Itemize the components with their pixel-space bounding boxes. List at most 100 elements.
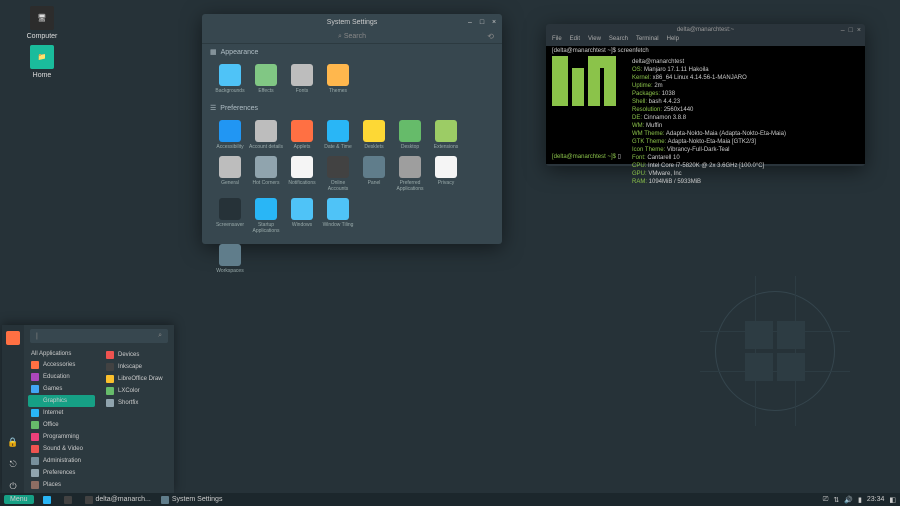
terminal-titlebar[interactable]: delta@manarchtest:~ – □ × bbox=[546, 24, 865, 36]
window-title: System Settings bbox=[327, 19, 378, 26]
lock-icon[interactable]: 🔒 bbox=[6, 435, 20, 449]
settings-item[interactable]: Account details bbox=[249, 120, 283, 150]
terminal-menu-item[interactable]: Search bbox=[609, 36, 628, 46]
preferences-grid: AccessibilityAccount detailsAppletsDate … bbox=[202, 116, 502, 240]
terminal-menu-item[interactable]: File bbox=[552, 36, 562, 46]
settings-item[interactable]: Privacy bbox=[429, 156, 463, 192]
settings-item[interactable]: Startup Applications bbox=[249, 198, 283, 234]
settings-item[interactable]: Desklets bbox=[357, 120, 391, 150]
system-tray: ⎚ ⇅ 🔊 ▮ 23:34 ◧ bbox=[823, 496, 896, 504]
preferences-grid-overflow: Workspaces bbox=[202, 240, 502, 280]
menu-header[interactable]: All Applications bbox=[28, 349, 95, 359]
settings-item[interactable]: Workspaces bbox=[213, 244, 247, 274]
tray-icon[interactable]: ⎚ bbox=[823, 496, 829, 504]
menu-category[interactable]: Preferences bbox=[28, 467, 95, 479]
settings-item[interactable]: Hot Corners bbox=[249, 156, 283, 192]
menu-app[interactable]: LibreOffice Draw bbox=[103, 373, 170, 385]
menu-app[interactable]: LXColor bbox=[103, 385, 170, 397]
user-avatar[interactable] bbox=[6, 331, 20, 345]
settings-item[interactable]: Notifications bbox=[285, 156, 319, 192]
settings-item-icon bbox=[291, 64, 313, 86]
menu-app[interactable]: Devices bbox=[103, 349, 170, 361]
terminal-menu-item[interactable]: Terminal bbox=[636, 36, 659, 46]
menu-category[interactable]: Office bbox=[28, 419, 95, 431]
power-icon[interactable]: ⏻ bbox=[6, 479, 20, 493]
settings-item-icon bbox=[399, 120, 421, 142]
settings-item[interactable]: Effects bbox=[249, 64, 283, 94]
terminal-window: delta@manarchtest:~ – □ × File Edit View Se… bbox=[546, 24, 865, 166]
logout-icon[interactable]: ⎋ bbox=[6, 457, 20, 471]
settings-item[interactable]: Preferred Applications bbox=[393, 156, 427, 192]
settings-item[interactable]: Windows bbox=[285, 198, 319, 234]
menu-button[interactable]: Menu bbox=[4, 495, 34, 504]
desktop-icon-home[interactable]: 📁 Home bbox=[22, 45, 62, 79]
taskbar-task[interactable] bbox=[38, 495, 59, 505]
menu-category[interactable]: Internet bbox=[28, 407, 95, 419]
volume-icon[interactable]: 🔊 bbox=[844, 496, 853, 504]
settings-item[interactable]: Extensions bbox=[429, 120, 463, 150]
taskbar-task[interactable]: System Settings bbox=[156, 495, 228, 505]
menu-category[interactable]: Sound & Video bbox=[28, 443, 95, 455]
terminal-body[interactable]: [delta@manarchtest ~]$ screenfetch delta… bbox=[546, 46, 865, 164]
menu-app[interactable]: Shortfix bbox=[103, 397, 170, 409]
back-icon[interactable]: ⟲ bbox=[487, 32, 494, 41]
settings-item[interactable]: Accessibility bbox=[213, 120, 247, 150]
settings-item-icon bbox=[363, 120, 385, 142]
settings-titlebar[interactable]: System Settings – □ × bbox=[202, 14, 502, 30]
settings-item[interactable]: Window Tiling bbox=[321, 198, 355, 234]
taskbar-task[interactable] bbox=[59, 495, 80, 505]
clock[interactable]: 23:34 bbox=[867, 496, 885, 503]
settings-item-label: Panel bbox=[357, 180, 391, 186]
settings-item-icon bbox=[291, 156, 313, 178]
menu-category[interactable]: Education bbox=[28, 371, 95, 383]
settings-item-icon bbox=[219, 120, 241, 142]
desktop-icon-label: Home bbox=[22, 72, 62, 79]
settings-item[interactable]: Date & Time bbox=[321, 120, 355, 150]
settings-item[interactable]: Applets bbox=[285, 120, 319, 150]
settings-item[interactable]: Panel bbox=[357, 156, 391, 192]
terminal-menu-item[interactable]: View bbox=[588, 36, 601, 46]
settings-item[interactable]: Fonts bbox=[285, 64, 319, 94]
settings-item-label: Window Tiling bbox=[321, 222, 355, 228]
wallpaper-decoration bbox=[700, 276, 850, 426]
menu-search[interactable]: |⌕ bbox=[30, 329, 168, 343]
menu-category[interactable]: Places bbox=[28, 479, 95, 491]
maximize-button[interactable]: □ bbox=[478, 18, 486, 26]
settings-item-icon bbox=[291, 120, 313, 142]
settings-item-icon bbox=[435, 120, 457, 142]
maximize-button[interactable]: □ bbox=[849, 27, 853, 34]
minimize-button[interactable]: – bbox=[466, 18, 474, 26]
settings-item[interactable]: Backgrounds bbox=[213, 64, 247, 94]
settings-item[interactable]: Screensaver bbox=[213, 198, 247, 234]
minimize-button[interactable]: – bbox=[841, 27, 845, 34]
menu-category[interactable]: Administration bbox=[28, 455, 95, 467]
terminal-menu-item[interactable]: Help bbox=[667, 36, 679, 46]
network-icon[interactable]: ⇅ bbox=[833, 496, 839, 504]
menu-category[interactable]: Accessories bbox=[28, 359, 95, 371]
notification-icon[interactable]: ◧ bbox=[889, 496, 896, 504]
settings-item-label: Date & Time bbox=[321, 144, 355, 150]
settings-item-label: Extensions bbox=[429, 144, 463, 150]
close-button[interactable]: × bbox=[490, 18, 498, 26]
settings-item-icon bbox=[399, 156, 421, 178]
settings-item-icon bbox=[435, 156, 457, 178]
settings-item-icon bbox=[255, 198, 277, 220]
menu-category[interactable]: Programming bbox=[28, 431, 95, 443]
menu-category[interactable]: Graphics bbox=[28, 395, 95, 407]
desktop-icon-computer[interactable]: 🖥 Computer bbox=[22, 6, 62, 40]
settings-item-icon bbox=[219, 198, 241, 220]
settings-item[interactable]: Desktop bbox=[393, 120, 427, 150]
settings-item[interactable]: General bbox=[213, 156, 247, 192]
menu-category[interactable]: Games bbox=[28, 383, 95, 395]
settings-item-label: Desklets bbox=[357, 144, 391, 150]
terminal-menu-item[interactable]: Edit bbox=[570, 36, 580, 46]
taskbar-task[interactable]: delta@manarch... bbox=[80, 495, 156, 505]
settings-search[interactable]: ⌕ Search ⟲ bbox=[202, 30, 502, 44]
screenfetch-logo bbox=[552, 56, 622, 106]
settings-item[interactable]: Online Accounts bbox=[321, 156, 355, 192]
close-button[interactable]: × bbox=[857, 27, 861, 34]
settings-item[interactable]: Themes bbox=[321, 64, 355, 94]
menu-app[interactable]: Inkscape bbox=[103, 361, 170, 373]
settings-item-label: Accessibility bbox=[213, 144, 247, 150]
battery-icon[interactable]: ▮ bbox=[858, 496, 862, 504]
